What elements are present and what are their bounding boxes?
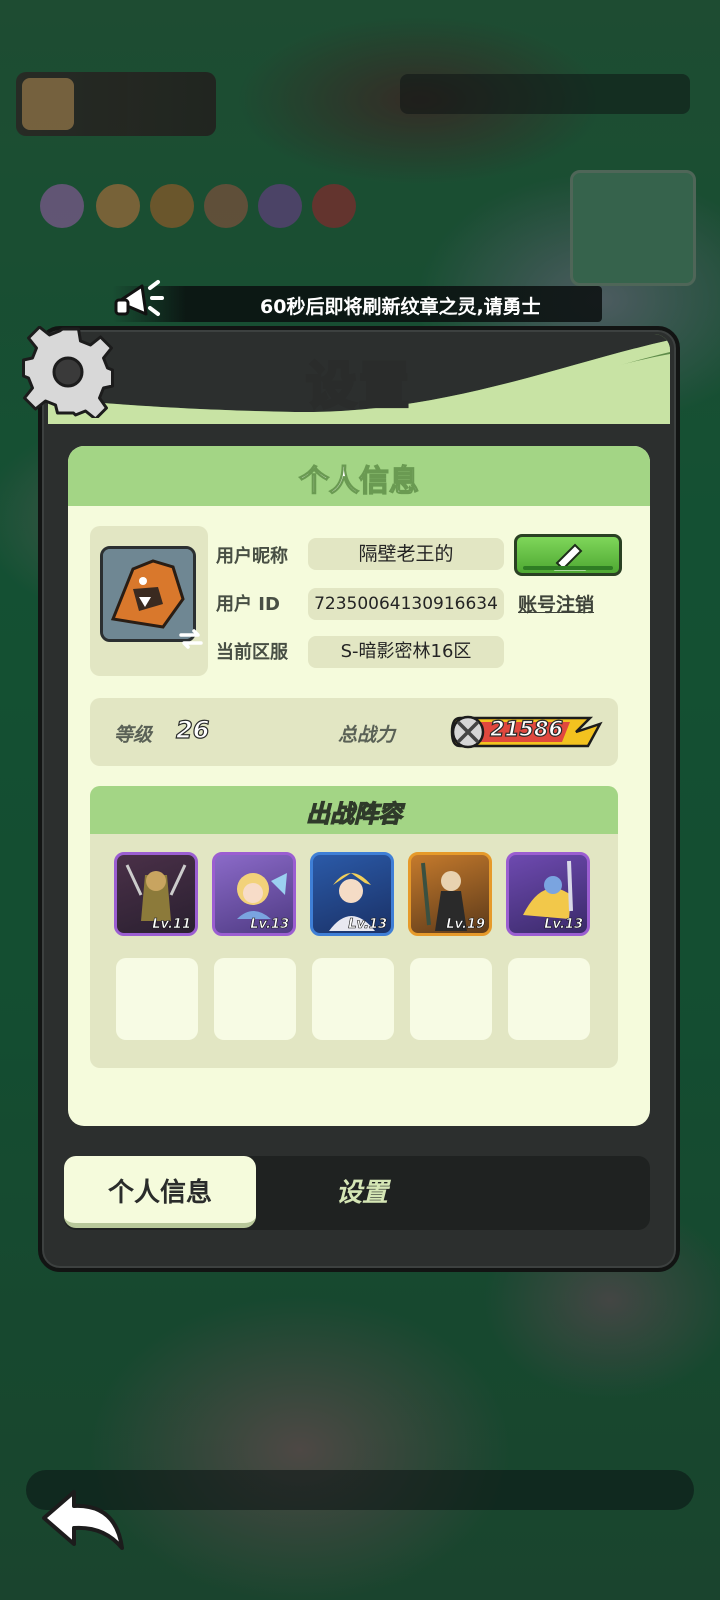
empty-hero-slot[interactable] <box>116 958 198 1040</box>
battle-lineup: 出战阵容 Lv.11 Lv.13 Lv.13 Lv.19 Lv.13 <box>90 786 618 1068</box>
edit-nickname-button[interactable] <box>514 534 622 576</box>
hero-card[interactable]: Lv.13 <box>212 852 296 936</box>
announcement-text: 60秒后即将刷新纹章之灵,请勇士 <box>260 296 541 318</box>
personal-info-header: 个人信息 <box>68 446 650 506</box>
empty-hero-slot[interactable] <box>508 958 590 1040</box>
swap-icon[interactable] <box>178 628 204 650</box>
server-field: S-暗影密林16区 <box>308 636 504 668</box>
tab-personal-info[interactable]: 个人信息 <box>64 1156 256 1228</box>
power-label: 总战力 <box>338 724 396 746</box>
background-minimap <box>570 170 696 286</box>
empty-hero-slot[interactable] <box>410 958 492 1040</box>
nickname-field: 隔壁老王的 <box>308 538 504 570</box>
lineup-header: 出战阵容 <box>90 786 618 834</box>
lineup-title: 出战阵容 <box>305 799 402 828</box>
user-id-label: 用户 ID <box>216 594 280 615</box>
empty-hero-slot[interactable] <box>312 958 394 1040</box>
tab-personal-info-label: 个人信息 <box>107 1178 212 1208</box>
hero-card[interactable]: Lv.13 <box>506 852 590 936</box>
avatar-box[interactable] <box>90 526 208 676</box>
empty-hero-slot[interactable] <box>214 958 296 1040</box>
panel-header: 设置 <box>48 334 670 424</box>
user-id-field: 72350064130916634 <box>308 588 504 620</box>
hero-level: Lv.11 <box>152 917 191 933</box>
hero-level: Lv.13 <box>544 917 583 933</box>
nickname-label: 用户昵称 <box>216 546 288 567</box>
page-title: 设置 <box>305 356 412 417</box>
hero-level: Lv.19 <box>446 917 485 933</box>
server-label: 当前区服 <box>216 642 288 663</box>
level-value: 26 <box>175 715 210 744</box>
announcement-bar: 60秒后即将刷新纹章之灵,请勇士 <box>112 286 602 322</box>
back-arrow-icon[interactable] <box>38 1488 128 1560</box>
background-currency-bar <box>400 74 690 114</box>
personal-info-card: 个人信息 用户昵称 隔壁老王的 用户 ID 72350064130916634 … <box>68 446 650 1126</box>
background-player-card <box>16 72 216 136</box>
dragon-portrait-icon <box>103 549 193 639</box>
stats-bar: 等级 26 总战力 21586 <box>90 698 618 766</box>
level-label: 等级 <box>114 724 153 746</box>
personal-info-title: 个人信息 <box>298 463 419 499</box>
hero-level: Lv.13 <box>250 917 289 933</box>
hero-card[interactable]: Lv.11 <box>114 852 198 936</box>
settings-panel: 设置 个人信息 用户昵称 隔壁老王的 用户 ID 723500641309166… <box>38 326 680 1272</box>
hero-card[interactable]: Lv.19 <box>408 852 492 936</box>
account-deletion-link[interactable]: 账号注销 <box>518 590 594 617</box>
hero-card[interactable]: Lv.13 <box>310 852 394 936</box>
pencil-icon <box>553 543 587 571</box>
megaphone-icon <box>114 280 164 316</box>
tab-settings[interactable]: 设置 <box>336 1172 388 1209</box>
hero-level: Lv.13 <box>348 917 387 933</box>
power-value: 21586 <box>489 716 564 741</box>
gear-icon <box>22 326 114 418</box>
